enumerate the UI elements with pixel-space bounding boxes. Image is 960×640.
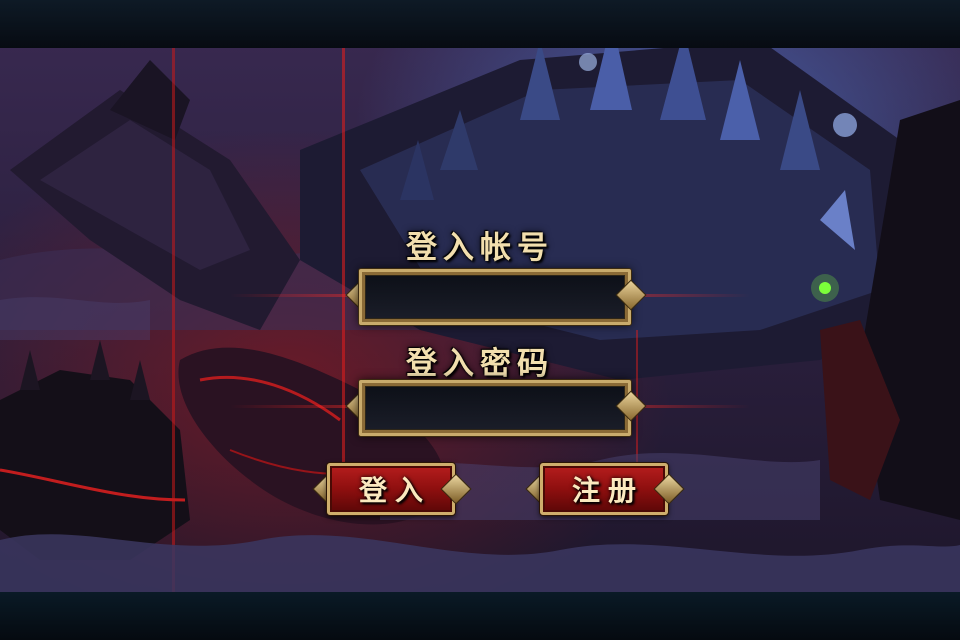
login-screen: 登入帐号 登入密码 登入 注册 <box>0 0 960 640</box>
password-field[interactable] <box>345 380 647 436</box>
bottom-letterbox-bar <box>0 592 960 640</box>
account-label: 登入帐号 <box>406 230 554 266</box>
register-button[interactable]: 注册 <box>540 463 668 515</box>
login-button-group: 登入 <box>311 463 472 515</box>
account-field-inner <box>365 275 625 319</box>
top-letterbox-bar <box>0 0 960 48</box>
login-button[interactable]: 登入 <box>327 463 455 515</box>
account-field[interactable] <box>345 269 647 325</box>
password-field-inner <box>365 386 625 430</box>
password-input[interactable] <box>366 387 624 429</box>
password-label: 登入密码 <box>406 346 554 382</box>
register-button-group: 注册 <box>524 463 685 515</box>
account-field-frame <box>359 269 631 325</box>
account-input[interactable] <box>366 276 624 318</box>
password-field-frame <box>359 380 631 436</box>
